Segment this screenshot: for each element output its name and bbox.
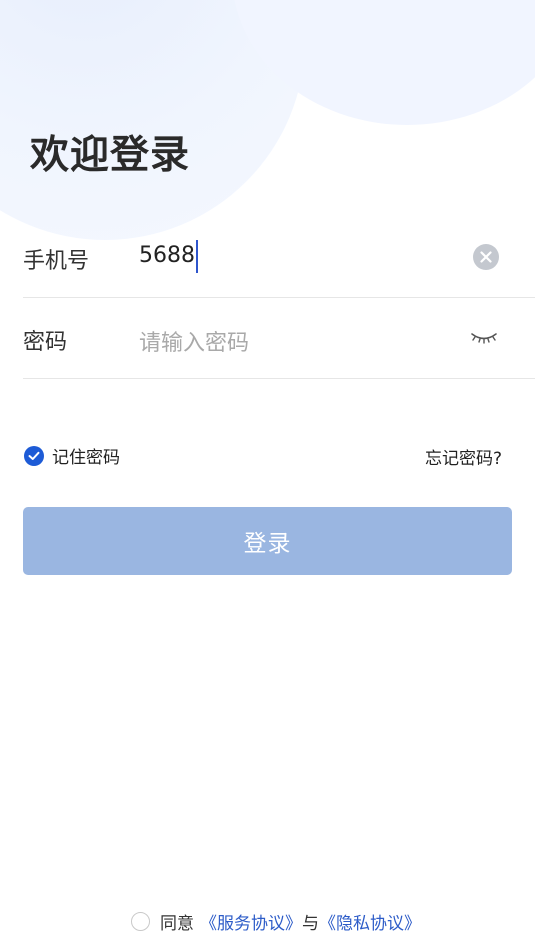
checkmark-icon[interactable] — [24, 445, 44, 466]
password-row: 密码 请输入密码 — [23, 298, 535, 379]
and-text: 与 — [302, 914, 319, 934]
phone-label: 手机号 — [23, 249, 90, 274]
phone-input-value: 5688 — [139, 243, 195, 268]
eye-closed-icon[interactable] — [469, 326, 499, 348]
login-button[interactable]: 登录 — [23, 507, 512, 575]
password-label: 密码 — [23, 330, 68, 355]
password-input[interactable]: 请输入密码 — [139, 325, 249, 357]
text-caret — [196, 239, 198, 273]
remember-password-label: 记住密码 — [52, 448, 120, 468]
phone-row: 手机号 5688 — [23, 217, 535, 298]
agreement-row: 同意 《服务协议》 与 《隐私协议》 — [131, 909, 421, 934]
phone-input[interactable]: 5688 — [139, 239, 198, 273]
service-agreement-link[interactable]: 《服务协议》 — [200, 909, 302, 934]
page-title: 欢迎登录 — [30, 133, 191, 178]
clear-icon[interactable] — [473, 244, 499, 270]
remember-password-toggle[interactable]: 记住密码 — [24, 443, 120, 468]
agree-text: 同意 — [160, 914, 194, 934]
login-page: 欢迎登录 手机号 5688 密码 请输入密码 记住密码 忘记密码? 登录 同意 … — [0, 0, 535, 951]
agreement-radio[interactable] — [131, 912, 150, 931]
forgot-password-link[interactable]: 忘记密码? — [425, 444, 502, 469]
privacy-agreement-link[interactable]: 《隐私协议》 — [319, 909, 421, 934]
